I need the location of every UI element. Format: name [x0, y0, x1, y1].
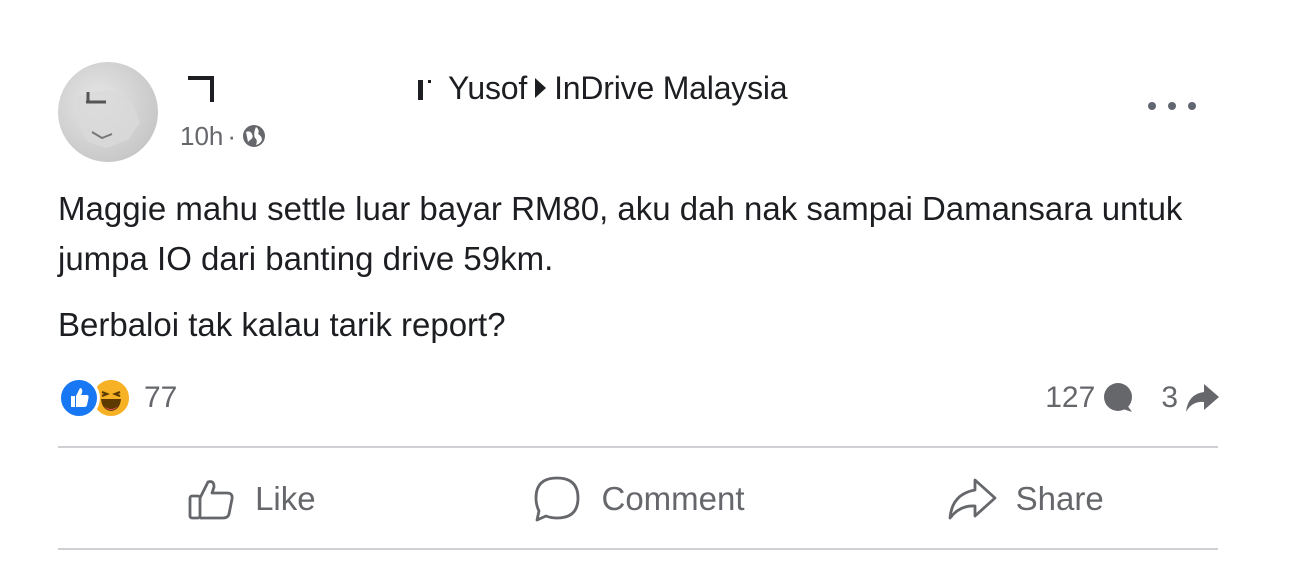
- like-button[interactable]: Like: [58, 450, 445, 548]
- like-reaction-icon: [58, 377, 100, 419]
- comment-count: 127: [1045, 381, 1096, 414]
- divider-bottom: [58, 548, 1218, 550]
- share-count: 3: [1161, 381, 1178, 414]
- author-name[interactable]: Yusof: [448, 70, 527, 107]
- post-title-line: Yusof InDrive Malaysia: [412, 68, 788, 108]
- comment-count-group[interactable]: 127: [1045, 381, 1135, 415]
- share-label: Share: [1015, 480, 1104, 517]
- post-meta: 10h ·: [180, 118, 268, 154]
- share-count-group[interactable]: 3: [1161, 381, 1220, 415]
- like-label: Like: [255, 480, 316, 517]
- post-timestamp[interactable]: 10h: [180, 121, 223, 152]
- comment-icon: [535, 476, 580, 522]
- post-paragraph: Maggie mahu settle luar bayar RM80, aku …: [58, 190, 1183, 277]
- meta-separator: ·: [227, 120, 237, 151]
- share-icon: [948, 478, 997, 520]
- comment-bubble-icon: [1104, 383, 1133, 412]
- post-actions: Like Comment Share: [58, 450, 1218, 548]
- share-arrow-icon: [1186, 384, 1219, 412]
- reactions-summary[interactable]: 77: [58, 374, 177, 422]
- author-name-redacted[interactable]: [186, 74, 218, 104]
- facebook-post: Yusof InDrive Malaysia 10h · Maggie mahu…: [0, 0, 1290, 584]
- engagement-stats: 127 3: [1045, 374, 1220, 422]
- reaction-count[interactable]: 77: [144, 381, 177, 415]
- author-avatar[interactable]: [58, 62, 158, 162]
- comment-button[interactable]: Comment: [445, 450, 832, 548]
- share-button[interactable]: Share: [831, 450, 1218, 548]
- divider-top: [58, 446, 1218, 448]
- redacted-mark-icon: [412, 75, 438, 101]
- post-paragraph: Berbaloi tak kalau tarik report?: [58, 306, 506, 343]
- group-name-link[interactable]: InDrive Malaysia: [554, 70, 788, 107]
- triangle-right-icon: [535, 78, 547, 98]
- globe-icon[interactable]: [240, 122, 268, 150]
- thumbs-up-icon: [188, 480, 234, 520]
- post-body: Maggie mahu settle luar bayar RM80, aku …: [58, 184, 1238, 350]
- comment-label: Comment: [601, 480, 745, 517]
- more-options-icon[interactable]: [1148, 92, 1196, 120]
